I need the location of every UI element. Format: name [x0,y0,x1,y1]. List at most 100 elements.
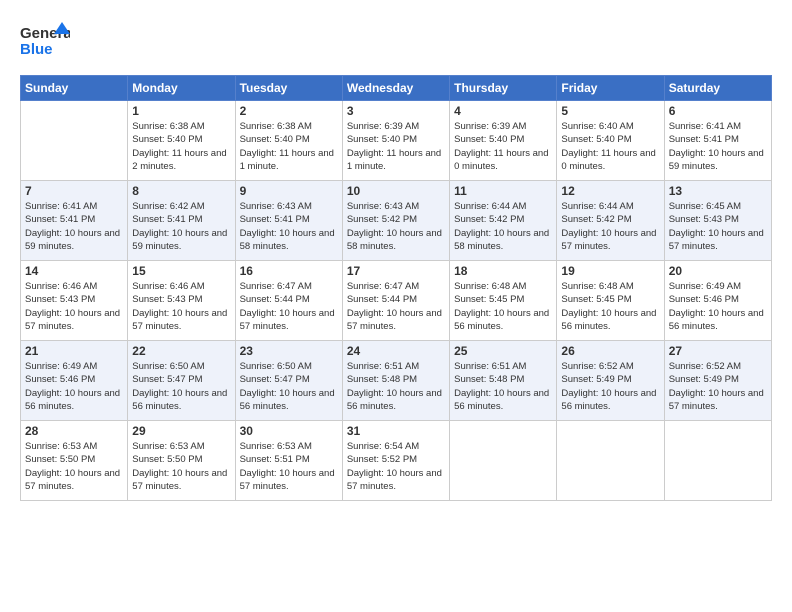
calendar-cell: 9 Sunrise: 6:43 AMSunset: 5:41 PMDaylight… [235,181,342,261]
column-header-wednesday: Wednesday [342,76,449,101]
cell-info: Sunrise: 6:52 AMSunset: 5:49 PMDaylight:… [561,360,659,413]
calendar-cell: 17Sunrise: 6:47 AMSunset: 5:44 PMDayligh… [342,261,449,341]
calendar-cell: 31Sunrise: 6:54 AMSunset: 5:52 PMDayligh… [342,421,449,501]
svg-text:Blue: Blue [20,41,53,58]
cell-info: Sunrise: 6:53 AMSunset: 5:50 PMDaylight:… [132,440,230,493]
day-number: 4 [454,104,552,118]
cell-info: Sunrise: 6:44 AMSunset: 5:42 PMDaylight:… [454,200,552,253]
calendar-cell: 25 Sunrise: 6:51 AMSunset: 5:48 PMDayligh… [450,341,557,421]
calendar-cell: 3 Sunrise: 6:39 AMSunset: 5:40 PMDaylight… [342,101,449,181]
calendar-cell: 1 Sunrise: 6:38 AMSunset: 5:40 PMDaylight… [128,101,235,181]
week-row-4: 21 Sunrise: 6:49 AMSunset: 5:46 PMDayligh… [21,341,772,421]
calendar-cell: 13 Sunrise: 6:45 AMSunset: 5:43 PMDayligh… [664,181,771,261]
calendar-cell [557,421,664,501]
column-header-friday: Friday [557,76,664,101]
cell-info: Sunrise: 6:48 AMSunset: 5:45 PMDaylight:… [561,280,659,333]
day-number: 11 [454,184,552,198]
calendar-cell [664,421,771,501]
day-number: 31 [347,424,445,438]
cell-info: Sunrise: 6:49 AMSunset: 5:46 PMDaylight:… [25,360,123,413]
day-number: 26 [561,344,659,358]
day-number: 24 [347,344,445,358]
cell-info: Sunrise: 6:53 AMSunset: 5:51 PMDaylight:… [240,440,338,493]
cell-info: Sunrise: 6:45 AMSunset: 5:43 PMDaylight:… [669,200,767,253]
day-number: 14 [25,264,123,278]
calendar-cell: 30 Sunrise: 6:53 AMSunset: 5:51 PMDayligh… [235,421,342,501]
column-header-sunday: Sunday [21,76,128,101]
calendar-cell: 26 Sunrise: 6:52 AMSunset: 5:49 PMDayligh… [557,341,664,421]
day-number: 9 [240,184,338,198]
calendar-cell: 19 Sunrise: 6:48 AMSunset: 5:45 PMDayligh… [557,261,664,341]
day-number: 5 [561,104,659,118]
day-number: 12 [561,184,659,198]
calendar-cell [450,421,557,501]
column-header-thursday: Thursday [450,76,557,101]
cell-info: Sunrise: 6:44 AMSunset: 5:42 PMDaylight:… [561,200,659,253]
column-header-monday: Monday [128,76,235,101]
day-number: 30 [240,424,338,438]
day-number: 20 [669,264,767,278]
calendar-cell: 8 Sunrise: 6:42 AMSunset: 5:41 PMDaylight… [128,181,235,261]
calendar-cell: 15Sunrise: 6:46 AMSunset: 5:43 PMDayligh… [128,261,235,341]
day-number: 19 [561,264,659,278]
calendar-cell [21,101,128,181]
calendar-cell: 27Sunrise: 6:52 AMSunset: 5:49 PMDayligh… [664,341,771,421]
week-row-2: 7 Sunrise: 6:41 AMSunset: 5:41 PMDaylight… [21,181,772,261]
cell-info: Sunrise: 6:38 AMSunset: 5:40 PMDaylight:… [240,120,338,173]
calendar-cell: 23 Sunrise: 6:50 AMSunset: 5:47 PMDayligh… [235,341,342,421]
cell-info: Sunrise: 6:38 AMSunset: 5:40 PMDaylight:… [132,120,230,173]
cell-info: Sunrise: 6:39 AMSunset: 5:40 PMDaylight:… [454,120,552,173]
calendar-cell: 4 Sunrise: 6:39 AMSunset: 5:40 PMDaylight… [450,101,557,181]
calendar-cell: 10Sunrise: 6:43 AMSunset: 5:42 PMDayligh… [342,181,449,261]
day-number: 8 [132,184,230,198]
day-number: 18 [454,264,552,278]
calendar-cell: 11 Sunrise: 6:44 AMSunset: 5:42 PMDayligh… [450,181,557,261]
cell-info: Sunrise: 6:51 AMSunset: 5:48 PMDaylight:… [454,360,552,413]
day-number: 28 [25,424,123,438]
week-row-1: 1 Sunrise: 6:38 AMSunset: 5:40 PMDaylight… [21,101,772,181]
header: General Blue [20,16,772,67]
calendar-cell: 29Sunrise: 6:53 AMSunset: 5:50 PMDayligh… [128,421,235,501]
day-number: 23 [240,344,338,358]
day-number: 13 [669,184,767,198]
logo-icon: General Blue [20,20,70,62]
calendar-cell: 20Sunrise: 6:49 AMSunset: 5:46 PMDayligh… [664,261,771,341]
cell-info: Sunrise: 6:42 AMSunset: 5:41 PMDaylight:… [132,200,230,253]
day-number: 22 [132,344,230,358]
cell-info: Sunrise: 6:43 AMSunset: 5:41 PMDaylight:… [240,200,338,253]
cell-info: Sunrise: 6:47 AMSunset: 5:44 PMDaylight:… [240,280,338,333]
cell-info: Sunrise: 6:51 AMSunset: 5:48 PMDaylight:… [347,360,445,413]
calendar-cell: 16 Sunrise: 6:47 AMSunset: 5:44 PMDayligh… [235,261,342,341]
cell-info: Sunrise: 6:41 AMSunset: 5:41 PMDaylight:… [25,200,123,253]
day-number: 25 [454,344,552,358]
calendar-cell: 5 Sunrise: 6:40 AMSunset: 5:40 PMDaylight… [557,101,664,181]
cell-info: Sunrise: 6:53 AMSunset: 5:50 PMDaylight:… [25,440,123,493]
day-number: 6 [669,104,767,118]
cell-info: Sunrise: 6:41 AMSunset: 5:41 PMDaylight:… [669,120,767,173]
cell-info: Sunrise: 6:46 AMSunset: 5:43 PMDaylight:… [132,280,230,333]
cell-info: Sunrise: 6:39 AMSunset: 5:40 PMDaylight:… [347,120,445,173]
cell-info: Sunrise: 6:50 AMSunset: 5:47 PMDaylight:… [240,360,338,413]
cell-info: Sunrise: 6:52 AMSunset: 5:49 PMDaylight:… [669,360,767,413]
calendar-cell: 18 Sunrise: 6:48 AMSunset: 5:45 PMDayligh… [450,261,557,341]
day-number: 16 [240,264,338,278]
logo: General Blue [20,20,70,67]
column-header-saturday: Saturday [664,76,771,101]
cell-info: Sunrise: 6:50 AMSunset: 5:47 PMDaylight:… [132,360,230,413]
day-number: 7 [25,184,123,198]
week-row-5: 28 Sunrise: 6:53 AMSunset: 5:50 PMDayligh… [21,421,772,501]
calendar-cell: 12 Sunrise: 6:44 AMSunset: 5:42 PMDayligh… [557,181,664,261]
calendar-cell: 6 Sunrise: 6:41 AMSunset: 5:41 PMDaylight… [664,101,771,181]
day-number: 21 [25,344,123,358]
day-number: 1 [132,104,230,118]
cell-info: Sunrise: 6:40 AMSunset: 5:40 PMDaylight:… [561,120,659,173]
page-container: General Blue SundayMondayTuesdayWednesda… [0,0,792,511]
cell-info: Sunrise: 6:48 AMSunset: 5:45 PMDaylight:… [454,280,552,333]
header-row: SundayMondayTuesdayWednesdayThursdayFrid… [21,76,772,101]
day-number: 3 [347,104,445,118]
calendar-cell: 28 Sunrise: 6:53 AMSunset: 5:50 PMDayligh… [21,421,128,501]
calendar-table: SundayMondayTuesdayWednesdayThursdayFrid… [20,75,772,501]
day-number: 2 [240,104,338,118]
calendar-cell: 22 Sunrise: 6:50 AMSunset: 5:47 PMDayligh… [128,341,235,421]
calendar-cell: 21 Sunrise: 6:49 AMSunset: 5:46 PMDayligh… [21,341,128,421]
